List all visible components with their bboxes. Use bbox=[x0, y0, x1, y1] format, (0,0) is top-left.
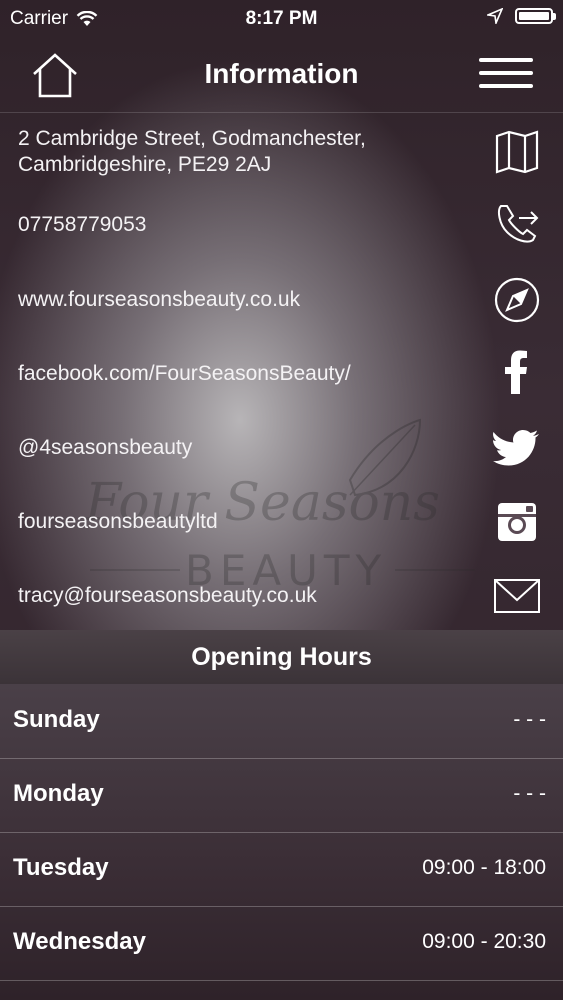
email-link: tracy@fourseasonsbeauty.co.uk bbox=[18, 584, 317, 607]
twitter-icon[interactable] bbox=[493, 424, 541, 472]
instagram-icon[interactable] bbox=[493, 498, 541, 546]
navigation-bar: Information bbox=[0, 38, 563, 113]
hours-value: - - - bbox=[513, 708, 546, 731]
battery-fill bbox=[519, 12, 549, 20]
email-row[interactable]: tracy@fourseasonsbeauty.co.uk bbox=[0, 570, 563, 622]
clock: 8:17 PM bbox=[245, 8, 318, 29]
instagram-handle: fourseasonsbeautyltd bbox=[18, 510, 218, 533]
website-row[interactable]: www.fourseasonsbeauty.co.uk bbox=[0, 274, 563, 326]
hours-row-sunday: Sunday - - - bbox=[0, 684, 563, 759]
day-label: Tuesday bbox=[13, 854, 109, 881]
hours-row-monday: Monday - - - bbox=[0, 758, 563, 833]
instagram-row[interactable]: fourseasonsbeautyltd bbox=[0, 496, 563, 548]
address-row[interactable]: 2 Cambridge Street, Godmanchester, Cambr… bbox=[0, 122, 563, 184]
twitter-row[interactable]: @4seasonsbeauty bbox=[0, 422, 563, 474]
status-bar: Carrier 8:17 PM bbox=[0, 0, 563, 38]
address-line-1: 2 Cambridge Street, Godmanchester, bbox=[18, 127, 366, 150]
hours-value: 09:00 - 20:30 bbox=[422, 930, 546, 953]
hours-row-wednesday: Wednesday 09:00 - 20:30 bbox=[0, 906, 563, 981]
day-label: Wednesday bbox=[13, 928, 146, 955]
facebook-link: facebook.com/FourSeasonsBeauty/ bbox=[18, 362, 351, 385]
mail-icon[interactable] bbox=[493, 572, 541, 620]
day-label: Monday bbox=[13, 780, 104, 807]
phone-number: 07758779053 bbox=[18, 213, 147, 236]
hours-value: 09:00 - 18:00 bbox=[422, 856, 546, 879]
compass-icon[interactable] bbox=[493, 276, 541, 324]
map-icon[interactable] bbox=[493, 128, 541, 176]
phone-row[interactable]: 07758779053 bbox=[0, 200, 563, 252]
battery-icon bbox=[515, 8, 556, 24]
phone-icon[interactable] bbox=[493, 200, 541, 248]
facebook-row[interactable]: facebook.com/FourSeasonsBeauty/ bbox=[0, 348, 563, 400]
twitter-handle: @4seasonsbeauty bbox=[18, 436, 193, 459]
address-line-2: Cambridgeshire, PE29 2AJ bbox=[18, 153, 272, 176]
hamburger-menu-icon[interactable] bbox=[479, 56, 533, 90]
hours-value: - - - bbox=[513, 782, 546, 805]
opening-hours-header: Opening Hours bbox=[0, 630, 563, 684]
day-label: Sunday bbox=[13, 706, 100, 733]
facebook-icon[interactable] bbox=[493, 348, 541, 396]
location-arrow-icon bbox=[487, 8, 503, 24]
hours-row-tuesday: Tuesday 09:00 - 18:00 bbox=[0, 832, 563, 907]
website-link: www.fourseasonsbeauty.co.uk bbox=[18, 288, 301, 311]
